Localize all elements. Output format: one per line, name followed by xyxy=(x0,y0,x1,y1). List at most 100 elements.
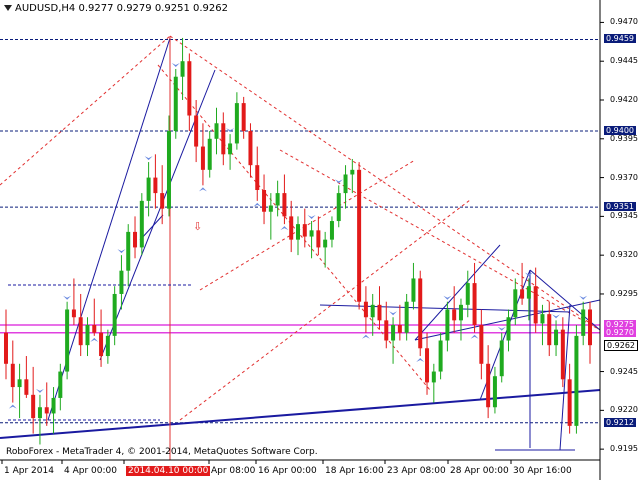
candle-body xyxy=(194,115,199,147)
candle-body xyxy=(329,221,334,240)
candle-body xyxy=(214,123,219,139)
candle-body xyxy=(309,230,314,237)
time-tick-label: 1 Apr 2014 xyxy=(4,466,54,476)
candle-body xyxy=(404,301,409,333)
candle-body xyxy=(187,61,192,116)
fractal-icon xyxy=(171,62,180,67)
candle-body xyxy=(533,286,538,324)
price-tick-label: 0.9245 xyxy=(610,366,638,376)
candle-body xyxy=(499,340,504,377)
candle-body xyxy=(336,193,341,222)
candle-body xyxy=(153,177,158,194)
price-tick-label: 0.9195 xyxy=(610,444,638,454)
candle-body xyxy=(472,283,477,325)
candle-body xyxy=(58,371,63,398)
candle-body xyxy=(377,304,382,321)
candle-body xyxy=(425,348,430,383)
candle-body xyxy=(180,61,185,77)
time-tick-label: 23 Apr 08:00 xyxy=(387,466,446,476)
fractal-icon xyxy=(117,249,126,254)
candle-body xyxy=(126,231,131,271)
candle-body xyxy=(228,143,233,155)
candle-body xyxy=(112,293,117,336)
candles xyxy=(4,37,592,445)
candle-body xyxy=(139,200,144,248)
candle-body xyxy=(78,317,83,346)
candle-body xyxy=(560,329,565,380)
copyright-text: RoboForex - MetaTrader 4, © 2001-2014, M… xyxy=(6,447,318,457)
ohlc-values: 0.9277 0.9279 0.9251 0.9262 xyxy=(78,3,228,14)
time-tick-label: 16 Apr 00:00 xyxy=(258,466,317,476)
fractal-icon xyxy=(63,295,72,300)
candle-body xyxy=(160,193,165,209)
candle-body xyxy=(92,325,97,333)
candle-body xyxy=(262,190,267,212)
candle-body xyxy=(296,224,300,240)
candle-body xyxy=(133,231,138,248)
fractal-icon xyxy=(443,295,452,300)
candle-body xyxy=(65,309,70,372)
fractal-icon xyxy=(90,337,99,342)
candle-body xyxy=(24,379,29,395)
level-price-label: 0.9351 xyxy=(604,202,636,212)
fractal-icon xyxy=(253,202,262,207)
candle-body xyxy=(438,340,443,372)
candle-body xyxy=(547,314,552,346)
candle-body xyxy=(119,270,124,294)
analysis-drawings: ⇩ xyxy=(0,35,601,460)
candle-body xyxy=(506,317,511,341)
candle-body xyxy=(248,131,253,166)
candle-body xyxy=(574,335,579,426)
candle-body xyxy=(200,146,205,170)
candle-body xyxy=(173,76,178,132)
price-tick-label: 0.9395 xyxy=(610,133,638,143)
candle-body xyxy=(391,325,396,341)
symbol-timeframe: AUDUSD,H4 xyxy=(15,3,76,14)
price-tick-label: 0.9420 xyxy=(610,95,638,104)
candle-body xyxy=(458,304,463,321)
fractal-icon xyxy=(226,128,235,133)
fractal-icon xyxy=(8,404,17,409)
candle-body xyxy=(234,103,239,144)
time-tick-label: 2014.04.10 00:00 xyxy=(126,466,211,476)
fractal-icon xyxy=(497,326,506,331)
candle-body xyxy=(357,169,362,302)
chart-window[interactable]: ⇩ AUDUSD,H4 0.9277 0.9279 0.9251 0.9262 … xyxy=(0,0,640,480)
candle-body xyxy=(492,376,497,408)
candle-body xyxy=(343,174,348,194)
level-price-label: 0.9400 xyxy=(604,126,636,136)
fractal-icon xyxy=(470,334,479,339)
time-tick-label: Apr 08:00 xyxy=(211,466,256,476)
candle-body xyxy=(323,239,328,248)
candle-body xyxy=(567,379,572,426)
price-tick-label: 0.9370 xyxy=(610,172,638,182)
fractal-icon xyxy=(280,226,289,231)
fractal-icon xyxy=(198,187,207,192)
fractal-icon xyxy=(416,358,425,363)
fractal-icon xyxy=(35,388,44,393)
candle-body xyxy=(241,103,246,132)
candle-body xyxy=(452,309,457,321)
time-tick-label: 28 Apr 00:00 xyxy=(450,466,509,476)
dropdown-arrow-icon[interactable] xyxy=(4,5,12,11)
candle-body xyxy=(513,289,518,318)
price-chart[interactable]: ⇩ xyxy=(0,0,640,480)
candle-body xyxy=(350,169,355,175)
price-tick-label: 0.9220 xyxy=(610,405,638,415)
candle-body xyxy=(99,332,104,357)
level-price-label: 0.9459 xyxy=(604,34,636,44)
candle-body xyxy=(384,320,389,341)
candle-body xyxy=(445,309,450,341)
candle-body xyxy=(588,309,592,346)
candle-body xyxy=(275,193,280,206)
fractal-icon xyxy=(579,295,588,300)
candle-body xyxy=(465,283,470,305)
candle-body xyxy=(255,165,260,190)
fractal-icon xyxy=(144,156,153,161)
candle-body xyxy=(44,407,49,414)
candle-body xyxy=(411,278,416,302)
candle-body xyxy=(31,394,36,419)
candle-body xyxy=(479,325,484,364)
trend-line xyxy=(0,389,601,439)
candle-body xyxy=(17,379,22,388)
